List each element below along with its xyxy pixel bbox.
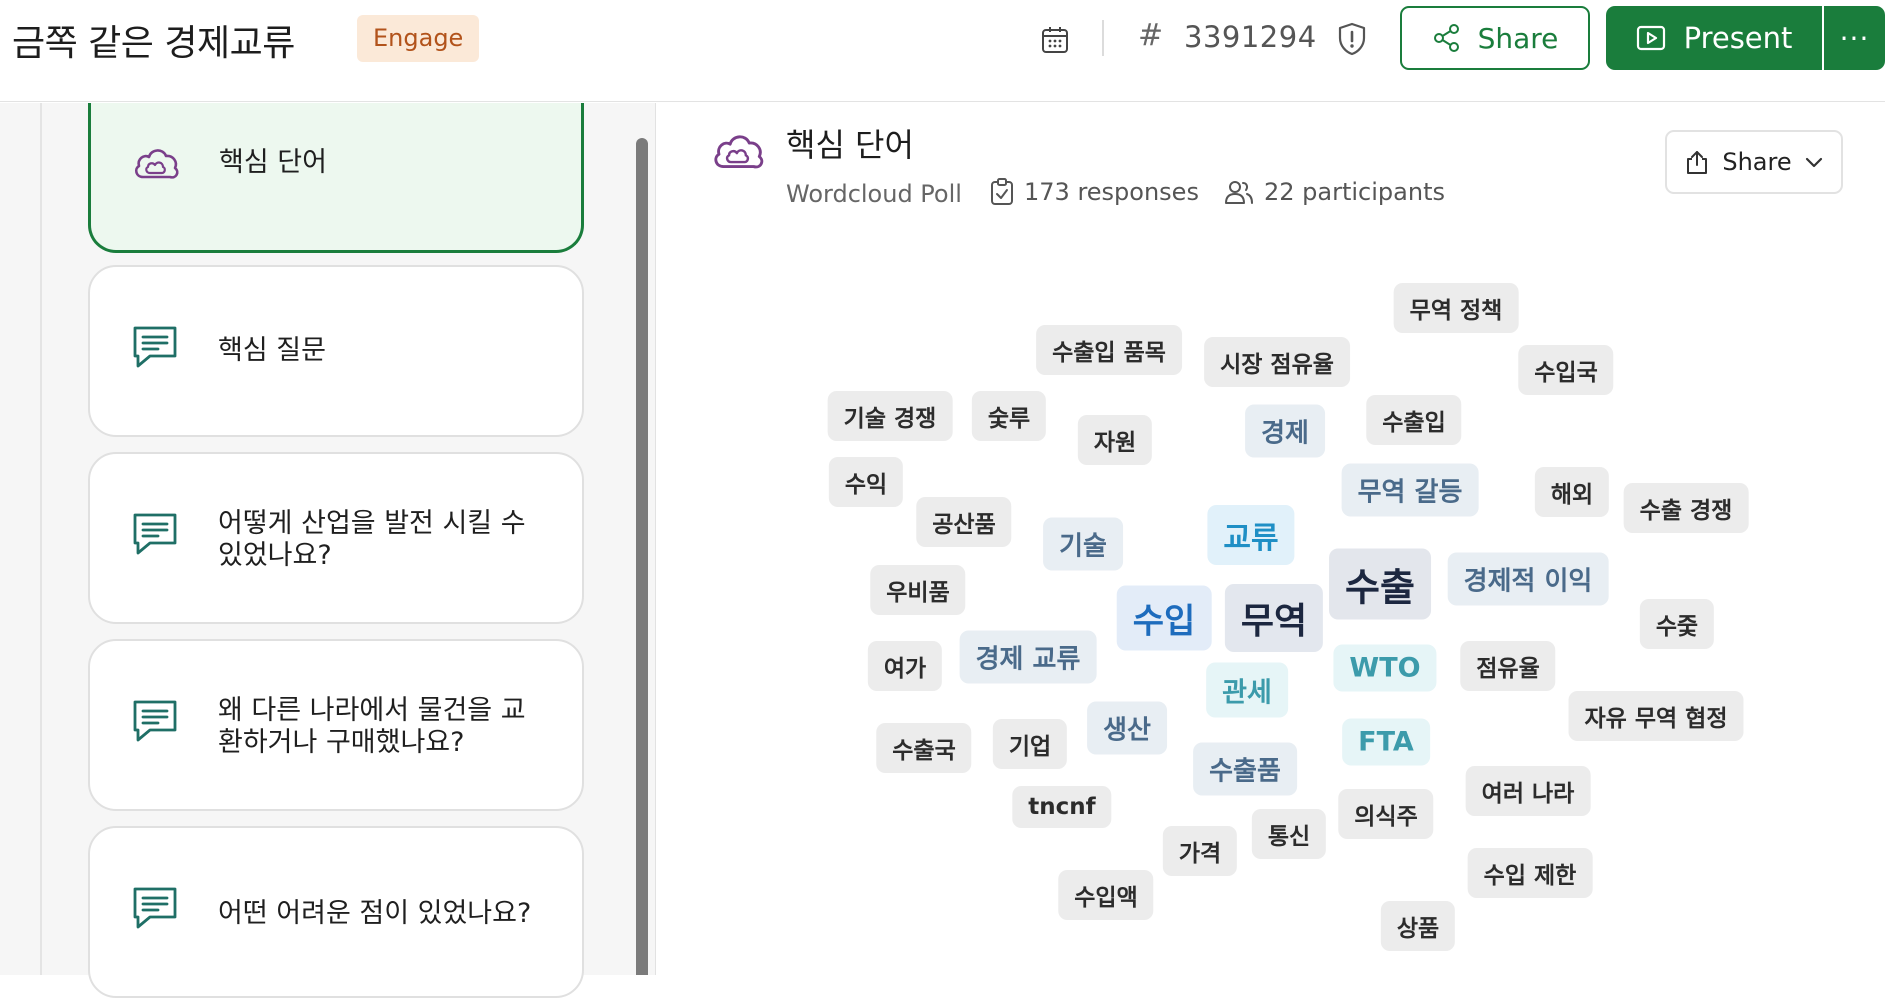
- calendar-icon[interactable]: [1040, 25, 1070, 55]
- responses-count: 173 responses: [990, 178, 1199, 206]
- header-divider: [1102, 20, 1104, 56]
- top-bar: 금쪽 같은 경제교류 Engage # 3391294 Share Presen…: [0, 0, 1885, 102]
- scrollbar[interactable]: [636, 138, 648, 975]
- wordcloud-word[interactable]: 수출: [1329, 548, 1431, 620]
- wordcloud-word[interactable]: 수입 제한: [1467, 848, 1593, 898]
- hash-icon: #: [1138, 18, 1164, 53]
- wordcloud-word[interactable]: 자유 무역 협정: [1568, 691, 1744, 741]
- slide-card-label: 어떻게 산업을 발전 시킬 수 있었나요?: [218, 508, 526, 571]
- wordcloud-word[interactable]: 관세: [1206, 662, 1288, 718]
- share-icon: [1433, 24, 1459, 52]
- comment-icon: [133, 700, 177, 742]
- wordcloud-word[interactable]: 무역: [1224, 584, 1324, 652]
- wordcloud-word[interactable]: tncnf: [1012, 786, 1112, 828]
- slide-list-panel: 핵심 단어 핵심 질문 어떻게 산업을 발전 시킬 수 있었나요? 왜 다른 나…: [0, 103, 656, 998]
- present-button-label: Present: [1683, 21, 1793, 55]
- wordcloud-word[interactable]: WTO: [1333, 644, 1437, 692]
- wordcloud-word[interactable]: 자원: [1077, 415, 1153, 465]
- wordcloud-word[interactable]: 의식주: [1338, 789, 1434, 839]
- wordcloud-icon: [134, 149, 179, 179]
- slide-card-keyword[interactable]: 핵심 단어: [88, 103, 584, 253]
- comment-icon: [133, 887, 177, 929]
- engage-badge: Engage: [357, 15, 480, 62]
- wordcloud-word[interactable]: 점유율: [1460, 641, 1556, 691]
- wordcloud-word[interactable]: 무역 갈등: [1341, 463, 1479, 517]
- wordcloud-word[interactable]: 경제 교류: [959, 630, 1097, 684]
- present-button[interactable]: Present: [1606, 6, 1822, 70]
- access-code[interactable]: 3391294: [1184, 20, 1317, 54]
- wordcloud-word[interactable]: 수출품: [1193, 742, 1297, 796]
- slide-card-label: 왜 다른 나라에서 물건을 교환하거나 구매했나요?: [218, 695, 526, 758]
- presentation-title[interactable]: 금쪽 같은 경제교류: [12, 14, 295, 66]
- wordcloud-word[interactable]: 통신: [1251, 809, 1327, 859]
- poll-share-button[interactable]: Share: [1665, 130, 1843, 194]
- slide-card-industry-question[interactable]: 어떻게 산업을 발전 시킬 수 있었나요?: [88, 452, 584, 624]
- wordcloud-word[interactable]: 경제: [1245, 404, 1325, 458]
- slide-card-exchange-question[interactable]: 왜 다른 나라에서 물건을 교환하거나 구매했나요?: [88, 639, 584, 811]
- wordcloud-word[interactable]: 해외: [1534, 467, 1610, 517]
- wordcloud-word[interactable]: 수입: [1116, 585, 1212, 651]
- slide-card-label: 어떤 어려운 점이 있었나요?: [218, 898, 532, 929]
- slide-card-label: 핵심 질문: [218, 335, 326, 366]
- clipboard-check-icon: [991, 178, 1013, 205]
- wordcloud-word[interactable]: 무역 정책: [1393, 283, 1519, 333]
- wordcloud-word[interactable]: 수출국: [876, 723, 972, 773]
- comment-icon: [133, 326, 177, 368]
- slide-card-label: 핵심 단어: [219, 147, 327, 178]
- wordcloud-word[interactable]: 숯루: [971, 391, 1047, 441]
- wordcloud-word[interactable]: 수출 경쟁: [1623, 483, 1749, 533]
- poll-title: 핵심 단어: [786, 126, 914, 164]
- wordcloud-word[interactable]: 기업: [992, 719, 1068, 769]
- comment-icon: [133, 513, 177, 555]
- slide-card-difficulty-question[interactable]: 어떤 어려운 점이 있었나요?: [88, 826, 584, 998]
- wordcloud-word[interactable]: FTA: [1342, 718, 1430, 766]
- wordcloud-word[interactable]: 경제적 이익: [1447, 552, 1609, 606]
- wordcloud-word[interactable]: 수출입 품목: [1036, 325, 1182, 375]
- share-button[interactable]: Share: [1400, 6, 1590, 70]
- shield-icon[interactable]: [1336, 22, 1368, 56]
- share-button-label: Share: [1477, 21, 1559, 55]
- panel-rail: [40, 103, 42, 975]
- wordcloud-word[interactable]: 수출입: [1366, 395, 1462, 445]
- wordcloud-word[interactable]: 상품: [1380, 901, 1456, 951]
- wordcloud-word[interactable]: 수줓: [1639, 599, 1715, 649]
- wordcloud-word[interactable]: 시장 점유율: [1204, 337, 1350, 387]
- wordcloud-word[interactable]: 여가: [867, 641, 943, 691]
- upload-icon: [1687, 151, 1708, 174]
- wordcloud-word[interactable]: 우비품: [870, 565, 966, 615]
- slide-card-key-question[interactable]: 핵심 질문: [88, 265, 584, 437]
- wordcloud-word[interactable]: 수입액: [1058, 870, 1154, 920]
- poll-share-label: Share: [1722, 148, 1792, 176]
- play-icon: [1636, 25, 1665, 51]
- users-icon: [1225, 181, 1253, 204]
- wordcloud-word[interactable]: 수익: [828, 457, 904, 507]
- wordcloud-word[interactable]: 수입국: [1518, 345, 1614, 395]
- wordcloud-word[interactable]: 여러 나라: [1465, 766, 1591, 816]
- responses-text: 173 responses: [1024, 178, 1199, 206]
- participants-count: 22 participants: [1224, 178, 1445, 206]
- participants-text: 22 participants: [1264, 178, 1445, 206]
- chevron-down-icon: [1805, 157, 1822, 168]
- wordcloud-word[interactable]: 교류: [1207, 505, 1295, 565]
- more-options-button[interactable]: ···: [1824, 6, 1885, 70]
- wordcloud-word[interactable]: 공산품: [916, 497, 1012, 547]
- wordcloud-word[interactable]: 가격: [1162, 826, 1238, 876]
- wordcloud-icon: [714, 135, 764, 169]
- poll-type: Wordcloud Poll: [786, 180, 962, 208]
- wordcloud-word[interactable]: 기술 경쟁: [827, 391, 953, 441]
- wordcloud-word[interactable]: 생산: [1087, 701, 1167, 755]
- wordcloud-word[interactable]: 기술: [1043, 517, 1123, 571]
